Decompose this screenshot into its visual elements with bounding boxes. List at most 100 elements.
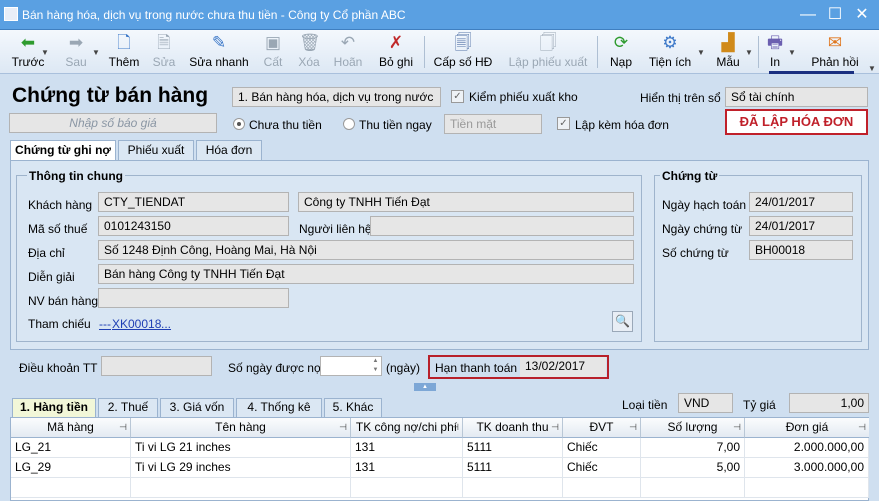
export-check-checkbox[interactable]: ✓ [451,90,464,103]
voucher-number-input[interactable]: BH00018 [749,240,853,260]
posting-date-input[interactable]: 24/01/2017 [749,192,853,212]
table-cell[interactable]: 5111 [463,458,563,478]
empty-cell[interactable] [131,478,351,498]
payment-term-select[interactable] [101,356,212,376]
edit-button[interactable]: 🗎 Sửa [147,30,181,74]
sale-type-select[interactable]: 1. Bán hàng hóa, dịch vụ trong nước [232,87,441,107]
payment-method-select[interactable]: Tiền mặt [444,114,542,134]
contact-input[interactable] [370,216,634,236]
table-cell[interactable]: 7,00 [641,438,745,458]
reference-prefix-link[interactable]: --- [99,317,111,331]
table-cell[interactable]: 2.000.000,00 [745,438,869,458]
table-cell[interactable]: 131 [351,458,463,478]
quick-edit-button[interactable]: ✎ Sửa nhanh [188,30,250,74]
pin-icon: ⊣ [733,422,741,432]
paid-radio[interactable] [343,118,355,130]
column-header[interactable]: ĐVT ⊣ [563,418,641,438]
quote-number-input[interactable]: Nhập số báo giá [9,113,217,133]
back-dropdown-icon[interactable]: ▼ [41,44,49,58]
undo-button[interactable]: ↶ Hoãn [329,30,367,74]
empty-cell[interactable] [563,478,641,498]
voucher-date-input[interactable]: 24/01/2017 [749,216,853,236]
table-cell[interactable]: Ti vi LG 29 inches [131,458,351,478]
utilities-dropdown-icon[interactable]: ▼ [697,44,705,58]
pin-icon: ⊣ [551,422,559,432]
tab-cost[interactable]: 3. Giá vốn [160,398,234,417]
reload-button[interactable]: ⟳ Nạp [605,30,637,74]
print-button[interactable]: 🖶 In [763,30,787,74]
exchange-rate-label: Tỷ giá [743,398,776,412]
create-invoice-checkbox[interactable]: ✓ [557,117,570,130]
minimize-button[interactable]: — [795,4,821,26]
table-cell[interactable]: 5,00 [641,458,745,478]
table-cell[interactable]: Ti vi LG 21 inches [131,438,351,458]
pencil-icon: ✎ [211,33,227,52]
close-button[interactable]: ✕ [849,4,875,26]
template-button[interactable]: ▟ Mẫu [711,30,745,74]
tax-code-input[interactable]: 0101243150 [98,216,289,236]
table-cell[interactable]: Chiếc [563,458,641,478]
add-button[interactable]: 🗋 Thêm [104,30,144,74]
toolbar-overflow-icon[interactable]: ▼ [868,60,876,74]
next-button[interactable]: ➡ Sau [58,30,94,74]
next-dropdown-icon[interactable]: ▼ [92,44,100,58]
column-header[interactable]: Mã hàng ⊣ [11,418,131,438]
tab-tax[interactable]: 2. Thuế [98,398,158,417]
credit-days-label: Số ngày được nợ [228,361,322,375]
tab-other[interactable]: 5. Khác [324,398,382,417]
zoom-search-icon[interactable]: 🔍 [612,311,633,332]
table-cell[interactable]: LG_29 [11,458,131,478]
address-input[interactable]: Số 1248 Định Công, Hoàng Mai, Hà Nội [98,240,634,260]
tab-invoice[interactable]: Hóa đơn [196,140,262,160]
salesperson-input[interactable] [98,288,289,308]
tab-export-slip[interactable]: Phiếu xuất [118,140,194,160]
unpaid-radio[interactable] [233,118,245,130]
collapse-handle-icon[interactable]: ▲ [414,383,436,391]
save-button[interactable]: ▣ Cất [257,30,289,74]
payment-term-label: Điều khoản TT [19,361,98,375]
address-label: Địa chỉ [28,246,65,260]
trash-icon: 🗑 [299,33,321,52]
column-header[interactable]: Đơn giá ⊣ [745,418,869,438]
show-on-book-select[interactable]: Sổ tài chính [725,87,868,107]
spin-arrows-icon[interactable]: ▲ ▼ [370,357,381,375]
currency-select[interactable]: VND [678,393,733,413]
empty-cell[interactable] [745,478,869,498]
column-header[interactable]: Số lượng ⊣ [641,418,745,438]
maximize-button[interactable]: ☐ [822,4,848,26]
delete-button[interactable]: 🗑 Xóa [292,30,326,74]
customer-code-input[interactable]: CTY_TIENDAT [98,192,289,212]
unpost-button[interactable]: ✗ Bỏ ghi [374,30,418,74]
utilities-button[interactable]: ⚙ Tiện ích [645,30,695,74]
tab-debit-voucher[interactable]: Chứng từ ghi nợ [10,140,116,161]
feedback-button[interactable]: ✉ Phản hồi [806,30,864,74]
table-cell[interactable]: 5111 [463,438,563,458]
description-input[interactable]: Bán hàng Công ty TNHH Tiến Đạt [98,264,634,284]
printer-icon: 🖶 [766,33,784,52]
print-dropdown-icon[interactable]: ▼ [788,44,796,58]
empty-cell[interactable] [11,478,131,498]
tab-goods-money[interactable]: 1. Hàng tiền [12,398,96,417]
table-cell[interactable]: LG_21 [11,438,131,458]
export-slip-button[interactable]: 🗍 Lập phiếu xuất [505,30,591,74]
due-date-input[interactable]: 13/02/2017 [520,357,606,377]
template-dropdown-icon[interactable]: ▼ [745,44,753,58]
reference-more-link[interactable]: ... [161,317,171,331]
column-header[interactable]: Tên hàng ⊣ [131,418,351,438]
empty-cell[interactable] [641,478,745,498]
window-title: Bán hàng hóa, dịch vụ trong nước chưa th… [22,8,406,22]
table-cell[interactable]: Chiếc [563,438,641,458]
edit-document-icon: 🗎 [157,33,171,52]
exchange-rate-input[interactable]: 1,00 [789,393,869,413]
table-cell[interactable]: 131 [351,438,463,458]
customer-name-input[interactable]: Công ty TNHH Tiến Đạt [298,192,634,212]
table-cell[interactable]: 3.000.000,00 [745,458,869,478]
tab-statistics[interactable]: 4. Thống kê [236,398,322,417]
empty-cell[interactable] [463,478,563,498]
empty-cell[interactable] [351,478,463,498]
reference-link[interactable]: XK00018 [112,317,161,331]
arrow-right-icon: ➡ [68,33,84,52]
column-header[interactable]: TK công nợ/chi phí ⊣ [351,418,463,438]
invoice-number-button[interactable]: 🗐 Cấp số HĐ [432,30,494,74]
column-header[interactable]: TK doanh thu ⊣ [463,418,563,438]
